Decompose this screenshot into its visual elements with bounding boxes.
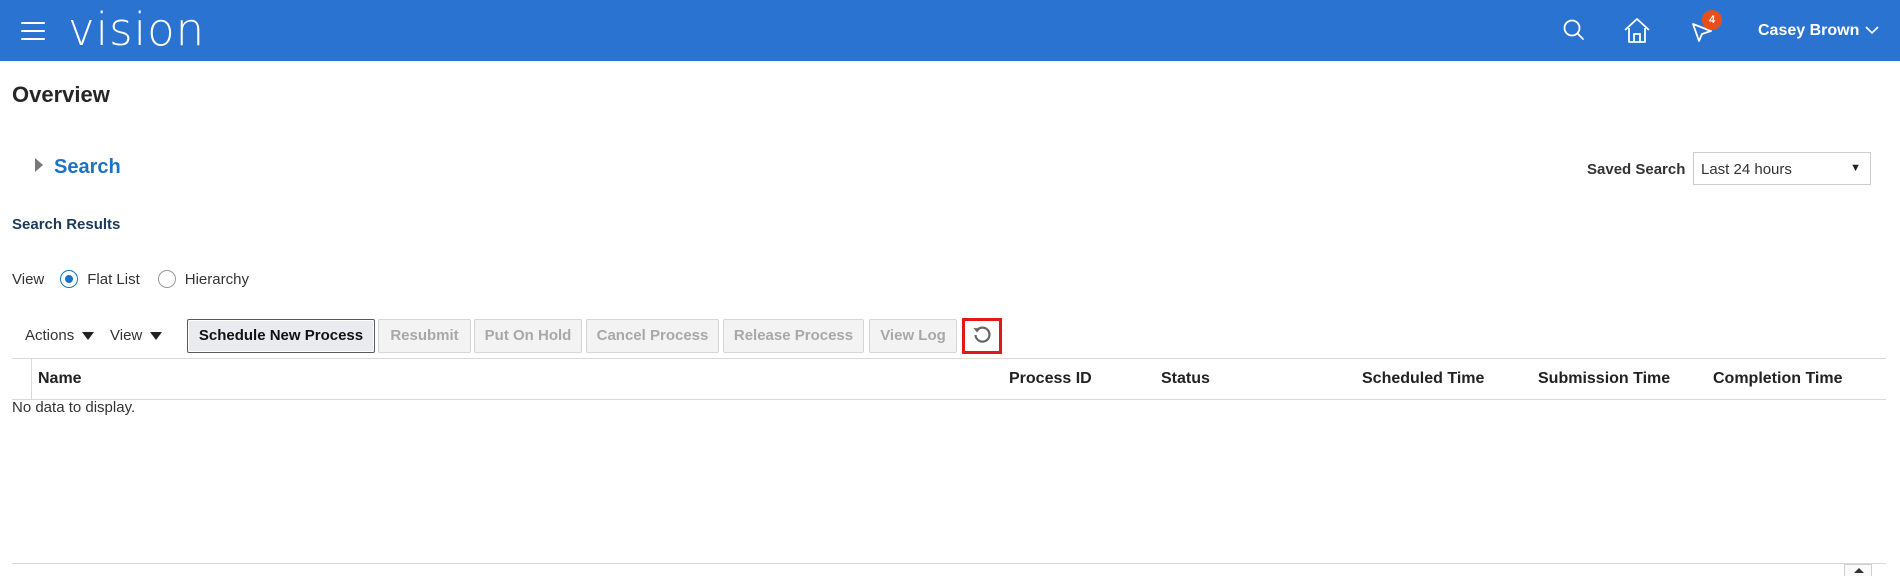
dropdown-arrow-icon xyxy=(150,331,163,340)
hierarchy-radio[interactable] xyxy=(157,270,176,288)
flat-list-label[interactable]: Flat List xyxy=(87,271,140,288)
column-header-name[interactable]: Name xyxy=(38,370,82,388)
column-header-submission-time[interactable]: Submission Time xyxy=(1538,370,1670,388)
empty-table-message: No data to display. xyxy=(12,399,136,416)
app-logo[interactable]: vision xyxy=(68,4,205,56)
chevron-down-icon xyxy=(1865,22,1879,40)
saved-search-label: Saved Search xyxy=(1587,161,1686,178)
notification-count-badge: 4 xyxy=(1702,10,1722,30)
actions-menu[interactable]: Actions xyxy=(25,327,95,344)
cancel-process-button[interactable]: Cancel Process xyxy=(586,319,719,353)
view-menu[interactable]: View xyxy=(110,327,163,344)
expand-triangle-icon xyxy=(34,157,44,178)
process-table: Name Process ID Status Scheduled Time Su… xyxy=(12,358,1886,400)
search-results-heading: Search Results xyxy=(12,216,121,233)
view-label: View xyxy=(12,270,45,288)
scroll-up-arrow-icon[interactable] xyxy=(1844,564,1872,576)
column-header-status[interactable]: Status xyxy=(1161,370,1210,388)
search-disclosure-toggle[interactable]: Search xyxy=(34,156,121,179)
user-menu[interactable]: Casey Brown xyxy=(1758,22,1879,40)
dropdown-arrow-icon xyxy=(82,331,95,340)
view-mode-selector: View Flat List Hierarchy xyxy=(12,270,267,288)
column-header-scheduled-time[interactable]: Scheduled Time xyxy=(1362,370,1484,388)
resubmit-button[interactable]: Resubmit xyxy=(378,319,471,353)
refresh-icon xyxy=(971,323,993,350)
page-title: Overview xyxy=(12,82,110,107)
hamburger-menu-icon[interactable] xyxy=(21,22,45,40)
refresh-button[interactable] xyxy=(962,318,1002,354)
release-process-button[interactable]: Release Process xyxy=(723,319,864,353)
row-selector-column xyxy=(12,359,32,399)
hierarchy-label[interactable]: Hierarchy xyxy=(185,271,249,288)
saved-search-value: Last 24 hours xyxy=(1701,161,1792,178)
saved-search-select[interactable]: Last 24 hours ▼ xyxy=(1693,152,1871,185)
column-header-process-id[interactable]: Process ID xyxy=(1009,370,1092,388)
flat-list-radio[interactable] xyxy=(60,270,79,288)
schedule-new-process-button[interactable]: Schedule New Process xyxy=(187,319,375,353)
dropdown-arrow-icon: ▼ xyxy=(1850,162,1861,174)
view-menu-label: View xyxy=(110,327,143,344)
home-icon[interactable] xyxy=(1620,14,1654,48)
search-section-label: Search xyxy=(54,156,121,178)
actions-menu-label: Actions xyxy=(25,327,75,344)
view-log-button[interactable]: View Log xyxy=(869,319,957,353)
top-bar: vision 4 Casey Brown xyxy=(0,0,1900,61)
search-icon[interactable] xyxy=(1557,14,1591,48)
table-header: Name Process ID Status Scheduled Time Su… xyxy=(12,358,1886,400)
put-on-hold-button[interactable]: Put On Hold xyxy=(474,319,582,353)
table-bottom-border xyxy=(12,563,1886,564)
user-name: Casey Brown xyxy=(1758,22,1860,39)
column-header-completion-time[interactable]: Completion Time xyxy=(1713,370,1843,388)
